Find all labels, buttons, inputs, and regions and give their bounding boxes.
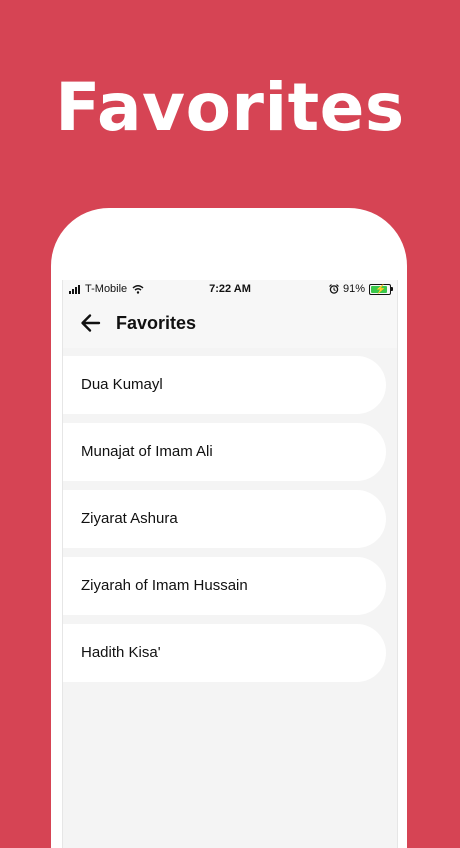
- list-item[interactable]: Ziyarat Ashura: [63, 490, 386, 548]
- list-item-label: Hadith Kisa': [81, 644, 161, 661]
- battery-info: 91% ⚡: [329, 283, 393, 295]
- status-bar: T-Mobile 7:22 AM 91% ⚡: [63, 280, 397, 300]
- back-arrow-icon[interactable]: [79, 312, 101, 334]
- alarm-icon: [329, 284, 339, 294]
- page-title: Favorites: [116, 313, 197, 333]
- nav-bar: Favorites: [63, 300, 397, 348]
- list-item[interactable]: Dua Kumayl: [63, 356, 386, 414]
- list-item-label: Munajat of Imam Ali: [81, 443, 213, 460]
- promo-title: Favorites: [55, 69, 405, 146]
- list-item-label: Ziyarah of Imam Hussain: [81, 577, 248, 594]
- favorites-list: Dua Kumayl Munajat of Imam Ali Ziyarat A…: [63, 356, 397, 691]
- list-item[interactable]: Munajat of Imam Ali: [63, 423, 386, 481]
- phone-frame: T-Mobile 7:22 AM 91% ⚡ Favorites Dua Kum…: [51, 208, 407, 848]
- battery-icon: ⚡: [369, 283, 393, 295]
- app-screen: T-Mobile 7:22 AM 91% ⚡ Favorites Dua Kum…: [62, 280, 398, 848]
- list-item-label: Ziyarat Ashura: [81, 510, 178, 527]
- charging-bolt-icon: ⚡: [375, 283, 387, 294]
- list-item[interactable]: Hadith Kisa': [63, 624, 386, 682]
- list-item-label: Dua Kumayl: [81, 376, 163, 393]
- battery-percent: 91%: [342, 283, 365, 295]
- list-item[interactable]: Ziyarah of Imam Hussain: [63, 557, 386, 615]
